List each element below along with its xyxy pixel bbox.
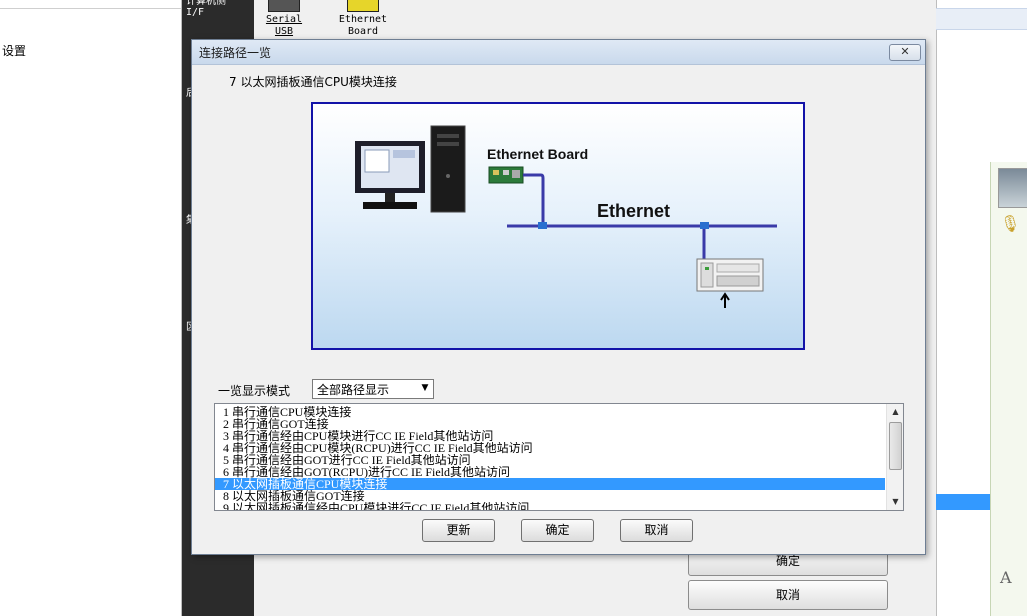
- route-list-item[interactable]: 9 以太网插板通信经由CPU模块进行CC IE Field其他站访问: [215, 502, 885, 510]
- dialog-titlebar[interactable]: 连接路径一览 ✕: [192, 40, 925, 65]
- display-mode-label: 一览显示模式: [218, 384, 291, 398]
- serial-usb-label: Serial USB: [265, 14, 303, 37]
- scroll-down-icon[interactable]: ▼: [887, 494, 903, 510]
- route-list-item[interactable]: 1 串行通信CPU模块连接: [215, 406, 885, 418]
- pc-tower-icon: [430, 125, 466, 213]
- dialog-title: 连接路径一览: [199, 46, 272, 60]
- plc-cpu-module-icon: [696, 258, 764, 292]
- arrow-up-icon: [720, 292, 730, 308]
- side-photo-icon[interactable]: [998, 168, 1027, 208]
- background-divider: [0, 8, 181, 9]
- serial-usb-icon: [268, 0, 300, 12]
- connection-diagram: Ethernet Board Ethernet: [311, 102, 805, 350]
- ok-button[interactable]: 确定: [521, 519, 594, 542]
- route-list: 1 串行通信CPU模块连接 2 串行通信GOT连接 3 串行通信经由CPU模块进行C…: [215, 406, 885, 510]
- display-mode-value: 全部路径显示: [317, 383, 390, 397]
- serial-usb-option[interactable]: Serial USB: [262, 0, 306, 38]
- route-list-item[interactable]: 6 串行通信经由GOT(RCPU)进行CC IE Field其他站访问: [215, 466, 885, 478]
- font-a-icon[interactable]: A: [1000, 568, 1012, 587]
- scroll-up-icon[interactable]: ▲: [887, 404, 903, 420]
- connection-route-dialog: 连接路径一览 ✕ 7 以太网插板通信CPU模块连接 Ethernet Board…: [191, 39, 926, 555]
- vertical-scrollbar[interactable]: ▲ ▼: [886, 404, 903, 510]
- background-right-row: [936, 8, 1027, 30]
- background-settings-label: 设置: [2, 44, 27, 58]
- route-list-item[interactable]: 4 串行通信经由CPU模块(RCPU)进行CC IE Field其他站访问: [215, 442, 885, 454]
- route-list-item[interactable]: 8 以太网插板通信GOT连接: [215, 490, 885, 502]
- chevron-down-icon: ▼: [421, 383, 429, 393]
- selected-route-title: 7 以太网插板通信CPU模块连接: [229, 75, 397, 89]
- background-icon-bar: Serial USB Ethernet Board: [256, 0, 396, 40]
- microphone-icon[interactable]: 🎙: [1000, 214, 1020, 236]
- route-listbox[interactable]: 1 串行通信CPU模块连接 2 串行通信GOT连接 3 串行通信经由CPU模块进行C…: [214, 403, 904, 511]
- ethernet-board-icon: [347, 0, 379, 12]
- background-left-panel: [0, 0, 182, 616]
- board-cable: [523, 173, 545, 226]
- ethernet-board-label: Ethernet Board: [338, 14, 388, 37]
- route-list-item[interactable]: 2 串行通信GOT连接: [215, 418, 885, 430]
- route-list-item[interactable]: 3 串行通信经由CPU模块进行CC IE Field其他站访问: [215, 430, 885, 442]
- scroll-thumb[interactable]: [889, 422, 902, 470]
- cancel-button[interactable]: 取消: [620, 519, 693, 542]
- display-mode-select[interactable]: 全部路径显示 ▼: [312, 379, 434, 399]
- background-cancel-button[interactable]: 取消: [688, 580, 888, 610]
- route-list-item[interactable]: 7 以太网插板通信CPU模块连接: [215, 478, 885, 490]
- route-list-item[interactable]: 5 串行通信经由GOT进行CC IE Field其他站访问: [215, 454, 885, 466]
- ethernet-board-option[interactable]: Ethernet Board: [336, 0, 390, 38]
- ethernet-board-diagram-label: Ethernet Board: [487, 146, 588, 162]
- ethernet-network-label: Ethernet: [597, 201, 670, 221]
- pc-monitor-icon: [355, 141, 425, 209]
- ethernet-board-card-icon: [488, 166, 524, 184]
- diagram-svg: Ethernet Board Ethernet: [355, 125, 777, 308]
- refresh-button[interactable]: 更新: [422, 519, 495, 542]
- bus-connector-2: [700, 222, 709, 229]
- close-button[interactable]: ✕: [889, 44, 921, 61]
- bus-connector-1: [538, 222, 547, 229]
- computer-if-label: 计算机侧 I/F: [186, 0, 226, 18]
